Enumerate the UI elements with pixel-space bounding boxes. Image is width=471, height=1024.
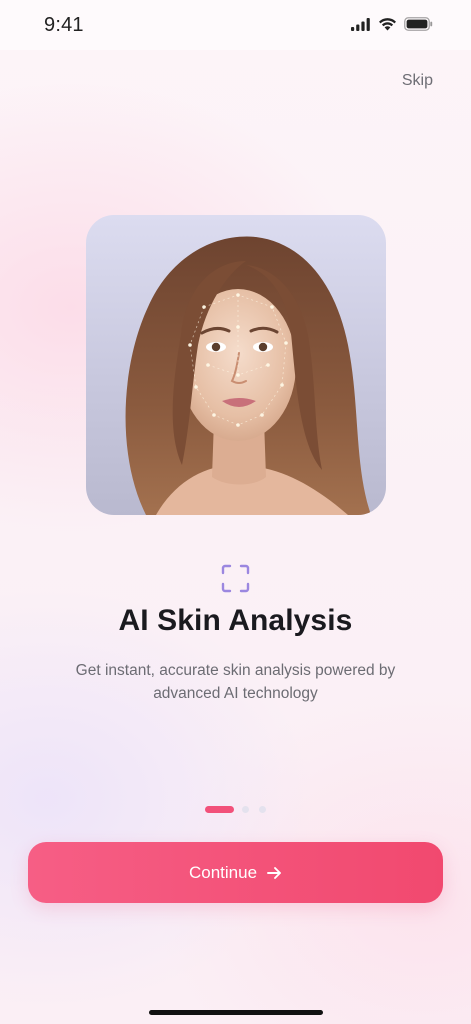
skip-button[interactable]: Skip — [402, 72, 433, 90]
feature-title: AI Skin Analysis — [118, 604, 353, 637]
pagination-dots — [0, 806, 471, 814]
portrait-illustration — [125, 236, 371, 515]
wifi-icon — [379, 18, 396, 31]
hero-image — [86, 215, 386, 515]
pagination-dot[interactable] — [242, 806, 249, 813]
status-time: 9:41 — [44, 14, 84, 36]
scan-icon — [221, 564, 250, 593]
cellular-signal-icon — [351, 17, 370, 31]
status-bar: 9:41 — [0, 0, 471, 50]
home-indicator — [149, 1010, 323, 1015]
battery-icon — [404, 17, 433, 31]
pagination-dot-active[interactable] — [205, 806, 234, 813]
continue-label: Continue — [188, 862, 258, 882]
pagination-dot[interactable] — [259, 806, 266, 813]
feature-description: Get instant, accurate skin analysis powe… — [75, 662, 396, 702]
arrow-right-icon — [267, 866, 281, 879]
continue-button[interactable]: Continue — [28, 842, 443, 903]
status-icons — [351, 17, 433, 31]
